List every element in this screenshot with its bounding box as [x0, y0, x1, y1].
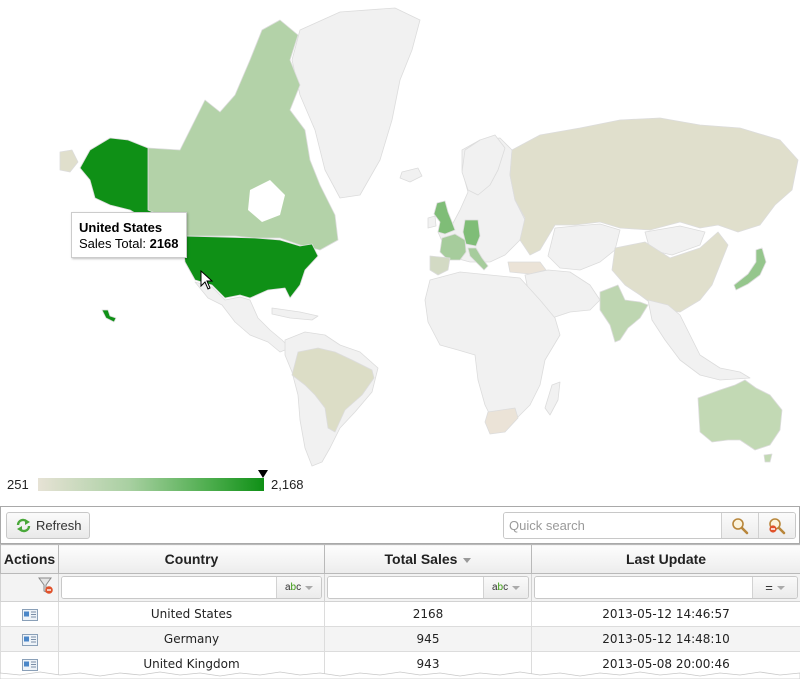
country-australia[interactable]	[698, 380, 782, 450]
refresh-button[interactable]: Refresh	[6, 512, 90, 539]
filter-sales-cell: abc	[325, 574, 532, 602]
country-spain[interactable]	[430, 256, 450, 275]
sort-desc-icon	[463, 558, 471, 563]
country-tasmania[interactable]	[764, 454, 772, 462]
column-header-actions: Actions	[1, 545, 59, 574]
legend-gradient-bar	[38, 478, 264, 491]
filter-date-cell: =	[532, 574, 800, 602]
filter-op-label: abc	[285, 582, 301, 593]
row-actions-cell	[1, 627, 59, 652]
quick-search-input[interactable]	[504, 513, 721, 538]
filter-op-label: =	[765, 580, 773, 595]
country-madagascar[interactable]	[545, 382, 560, 415]
row-actions-cell	[1, 602, 59, 627]
sales-filter-operator[interactable]: abc	[483, 577, 528, 598]
legend-marker-icon	[258, 470, 268, 478]
cell-last-update: 2013-05-12 14:48:10	[532, 627, 800, 652]
column-label: Actions	[4, 551, 55, 567]
country-filter-input[interactable]	[62, 577, 276, 598]
date-filter-operator[interactable]: =	[752, 577, 797, 598]
chevron-down-icon	[512, 586, 520, 590]
column-header-last-update[interactable]: Last Update	[532, 545, 800, 574]
refresh-icon	[15, 518, 32, 533]
tooltip-country: United States	[79, 220, 186, 236]
country-france[interactable]	[440, 234, 466, 260]
legend-max-label: 2,168	[271, 477, 304, 492]
legend-min-label: 251	[7, 477, 29, 492]
header-row: Actions Country Total Sales Last Update	[1, 545, 800, 574]
refresh-label: Refresh	[36, 518, 82, 533]
table-row[interactable]: United States 2168 2013-05-12 14:46:57	[1, 602, 800, 627]
cell-last-update: 2013-05-12 14:46:57	[532, 602, 800, 627]
grid-toolbar: Refresh	[0, 507, 800, 544]
column-label: Country	[165, 551, 219, 567]
clear-filter-icon[interactable]	[38, 577, 54, 595]
country-iceland[interactable]	[400, 168, 422, 182]
cell-total-sales: 2168	[325, 602, 532, 627]
clear-search-button[interactable]	[758, 513, 795, 538]
color-legend: 251 2,168	[0, 470, 320, 500]
region-southeast-asia[interactable]	[648, 300, 750, 380]
column-header-total-sales[interactable]: Total Sales	[325, 545, 532, 574]
chevron-down-icon	[305, 586, 313, 590]
tooltip-label: Sales Total:	[79, 236, 150, 251]
filter-op-label: abc	[492, 582, 508, 593]
map-tooltip: United States Sales Total: 2168	[71, 212, 187, 258]
column-label: Last Update	[626, 551, 706, 567]
sales-filter-input[interactable]	[328, 577, 483, 598]
filter-row: abc abc =	[1, 574, 800, 602]
search-icon	[731, 517, 749, 535]
sales-table: Actions Country Total Sales Last Update …	[0, 544, 800, 677]
column-header-country[interactable]: Country	[59, 545, 325, 574]
mouse-cursor-icon	[200, 270, 214, 290]
filter-actions-cell	[1, 574, 59, 602]
column-label: Total Sales	[385, 551, 458, 567]
country-hawaii[interactable]	[102, 310, 116, 322]
country-japan[interactable]	[734, 248, 766, 290]
data-grid: Refresh	[0, 506, 800, 679]
region-caribbean	[272, 308, 318, 320]
quick-search	[503, 512, 796, 539]
cell-country: Germany	[59, 627, 325, 652]
country-russia-east[interactable]	[60, 150, 78, 172]
country-ireland[interactable]	[428, 216, 436, 228]
clear-search-icon	[768, 517, 786, 535]
filter-country-cell: abc	[59, 574, 325, 602]
cell-country: United States	[59, 602, 325, 627]
chevron-down-icon	[777, 586, 785, 590]
view-details-icon[interactable]	[22, 634, 38, 646]
country-south-africa[interactable]	[485, 408, 518, 434]
cell-total-sales: 945	[325, 627, 532, 652]
view-details-icon[interactable]	[22, 609, 38, 621]
country-germany[interactable]	[463, 220, 480, 246]
country-united-kingdom[interactable]	[434, 201, 455, 234]
date-filter-input[interactable]	[535, 577, 752, 598]
country-filter-operator[interactable]: abc	[276, 577, 321, 598]
table-row[interactable]: Germany 945 2013-05-12 14:48:10	[1, 627, 800, 652]
tooltip-value-line: Sales Total: 2168	[79, 236, 186, 252]
tooltip-value: 2168	[150, 236, 179, 251]
search-button[interactable]	[721, 513, 758, 538]
region-central-asia[interactable]	[548, 224, 620, 270]
